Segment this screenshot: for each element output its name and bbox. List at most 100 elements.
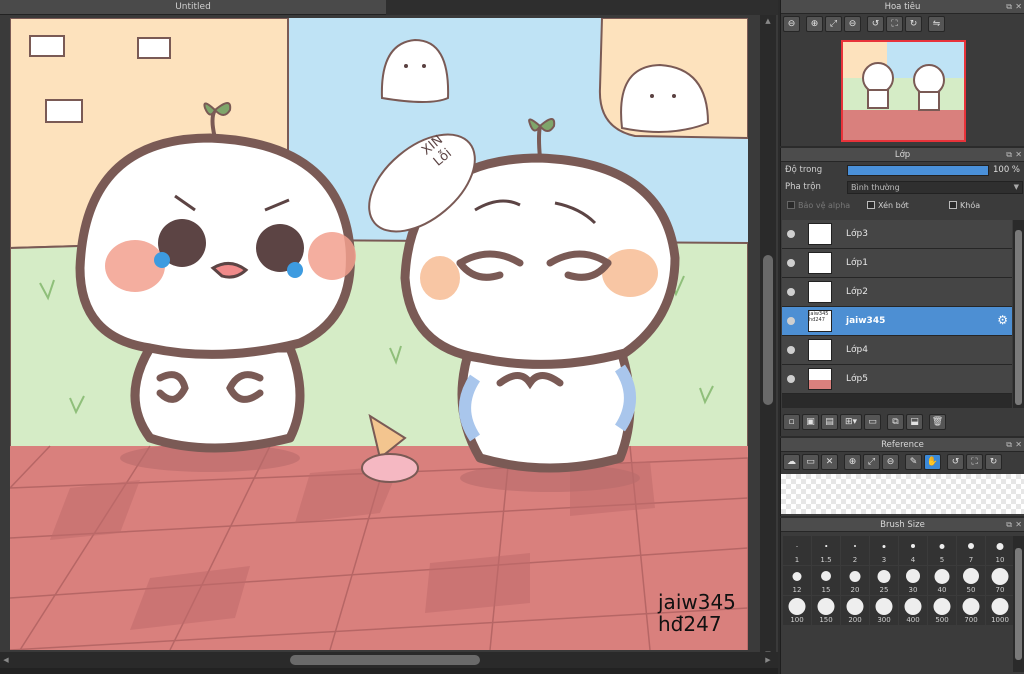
layer-item[interactable]: Lớp5: [782, 365, 1012, 394]
eyedropper-icon[interactable]: ✎: [905, 454, 922, 470]
popout-icon[interactable]: ⧉: [1006, 148, 1012, 162]
trash-icon[interactable]: 🗑: [929, 414, 946, 430]
rotate-left-icon[interactable]: ↺: [947, 454, 964, 470]
close-icon[interactable]: ✕: [1015, 0, 1022, 14]
canvas-horizontal-scrollbar[interactable]: ◀ ▶: [0, 652, 778, 668]
reference-image-area[interactable]: [781, 474, 1024, 514]
popout-icon[interactable]: ⧉: [1006, 0, 1012, 14]
brush-size-option[interactable]: 5: [928, 536, 956, 565]
scroll-left-icon[interactable]: ◀: [0, 652, 12, 668]
blend-mode-select[interactable]: Bình thường ▼: [847, 181, 1023, 194]
brush-size-option[interactable]: 400: [899, 596, 927, 625]
canvas-area[interactable]: Untitled XIN Lỗi jaiw345 hđ247 ▲ ◀ ▶: [0, 0, 778, 674]
zoom-in-icon[interactable]: ⊕: [844, 454, 861, 470]
add-layer-dropdown-icon[interactable]: ⊞▾: [840, 414, 862, 430]
layer-list-scrollbar[interactable]: [1013, 220, 1024, 408]
fit-icon[interactable]: ⤢: [863, 454, 880, 470]
brush-size-option[interactable]: 500: [928, 596, 956, 625]
hand-icon[interactable]: ✋: [924, 454, 941, 470]
new-layer-1bit-icon[interactable]: ▤: [821, 414, 838, 430]
flip-icon[interactable]: ⇋: [928, 16, 945, 32]
brush-scroll-thumb[interactable]: [1015, 548, 1022, 660]
protect-alpha-checkbox[interactable]: Bảo vệ alpha: [787, 201, 850, 210]
eye-icon[interactable]: [787, 230, 795, 238]
layer-item[interactable]: Lớp1: [782, 249, 1012, 278]
navigator-preview[interactable]: [841, 40, 966, 142]
eye-icon[interactable]: [787, 259, 795, 267]
brush-size-option[interactable]: 1: [783, 536, 811, 565]
document-tab[interactable]: Untitled: [0, 0, 386, 15]
layer-panel-title: Lớp ⧉ ✕: [781, 148, 1024, 162]
brush-size-option[interactable]: 70: [986, 566, 1014, 595]
gear-icon[interactable]: ⚙: [997, 313, 1008, 327]
reference-panel: Reference ⧉ ✕ ☁ ▭ ✕ ⊕ ⤢ ⊖ ✎ ✋ ↺ ⛶ ↻: [780, 438, 1024, 516]
brush-size-dot: [817, 598, 835, 615]
brush-size-option[interactable]: 3: [870, 536, 898, 565]
brush-size-option[interactable]: 150: [812, 596, 840, 625]
layer-item[interactable]: Lớp3: [782, 220, 1012, 249]
brush-size-dot: [788, 598, 806, 615]
merge-layer-icon[interactable]: ⬓: [906, 414, 923, 430]
brush-size-option[interactable]: 1.5: [812, 536, 840, 565]
brush-size-option[interactable]: 200: [841, 596, 869, 625]
zoom-out-icon[interactable]: ⊖: [783, 16, 800, 32]
canvas-vertical-scrollbar[interactable]: ▲ ▼: [760, 15, 776, 660]
open-web-icon[interactable]: ☁: [783, 454, 800, 470]
scroll-right-icon[interactable]: ▶: [762, 652, 774, 668]
layer-scroll-thumb[interactable]: [1015, 230, 1022, 405]
new-layer-icon[interactable]: ▫: [783, 414, 800, 430]
horizontal-scroll-thumb[interactable]: [290, 655, 480, 665]
brush-size-option[interactable]: 50: [957, 566, 985, 595]
brush-size-option[interactable]: 1000: [986, 596, 1014, 625]
popout-icon[interactable]: ⧉: [1006, 438, 1012, 452]
vertical-scroll-thumb[interactable]: [763, 255, 773, 405]
brush-size-option[interactable]: 7: [957, 536, 985, 565]
brush-size-option[interactable]: 300: [870, 596, 898, 625]
fit-screen-icon[interactable]: ⛶: [886, 16, 903, 32]
close-icon[interactable]: ✕: [1015, 148, 1022, 162]
folder-icon[interactable]: ▭: [864, 414, 881, 430]
eye-icon[interactable]: [787, 288, 795, 296]
eye-icon[interactable]: [787, 317, 795, 325]
brush-size-option[interactable]: 30: [899, 566, 927, 595]
fit-screen-icon[interactable]: ⛶: [966, 454, 983, 470]
layer-thumbnail: jaiw345 hđ247: [808, 310, 832, 332]
brush-size-option[interactable]: 100: [783, 596, 811, 625]
eye-icon[interactable]: [787, 375, 795, 383]
close-reference-icon[interactable]: ✕: [821, 454, 838, 470]
layer-item[interactable]: Lớp2: [782, 278, 1012, 307]
clipping-checkbox[interactable]: Xén bớt: [867, 201, 909, 210]
close-icon[interactable]: ✕: [1015, 438, 1022, 452]
rotate-left-icon[interactable]: ↺: [867, 16, 884, 32]
blend-mode-value: Bình thường: [851, 183, 900, 192]
brush-size-option[interactable]: 20: [841, 566, 869, 595]
zoom-in-icon[interactable]: ⊕: [806, 16, 823, 32]
brush-size-option[interactable]: 40: [928, 566, 956, 595]
eye-icon[interactable]: [787, 346, 795, 354]
layer-item[interactable]: Lớp4: [782, 336, 1012, 365]
rotate-right-icon[interactable]: ↻: [905, 16, 922, 32]
popout-icon[interactable]: ⧉: [1006, 518, 1012, 532]
brush-size-option[interactable]: 10: [986, 536, 1014, 565]
zoom-out-small-icon[interactable]: ⊖: [844, 16, 861, 32]
layer-panel: Lớp ⧉ ✕ Độ trong 100 % Pha trộn Bình thư…: [780, 148, 1024, 436]
lock-checkbox[interactable]: Khóa: [949, 201, 980, 210]
brush-size-option[interactable]: 25: [870, 566, 898, 595]
brush-size-option[interactable]: 15: [812, 566, 840, 595]
duplicate-layer-icon[interactable]: ⧉: [887, 414, 904, 430]
brush-size-option[interactable]: 2: [841, 536, 869, 565]
artwork-canvas[interactable]: XIN Lỗi jaiw345 hđ247: [10, 18, 748, 650]
layer-item-selected[interactable]: jaiw345 hđ247 jaiw345 ⚙: [782, 307, 1012, 336]
rotate-right-icon[interactable]: ↻: [985, 454, 1002, 470]
scroll-up-icon[interactable]: ▲: [760, 15, 776, 27]
close-icon[interactable]: ✕: [1015, 518, 1022, 532]
fit-icon[interactable]: ⤢: [825, 16, 842, 32]
brush-size-scrollbar[interactable]: [1013, 536, 1024, 672]
zoom-out-icon[interactable]: ⊖: [882, 454, 899, 470]
new-layer-8bit-icon[interactable]: ▣: [802, 414, 819, 430]
open-file-icon[interactable]: ▭: [802, 454, 819, 470]
brush-size-option[interactable]: 700: [957, 596, 985, 625]
opacity-slider[interactable]: [847, 165, 989, 176]
brush-size-option[interactable]: 4: [899, 536, 927, 565]
brush-size-option[interactable]: 12: [783, 566, 811, 595]
